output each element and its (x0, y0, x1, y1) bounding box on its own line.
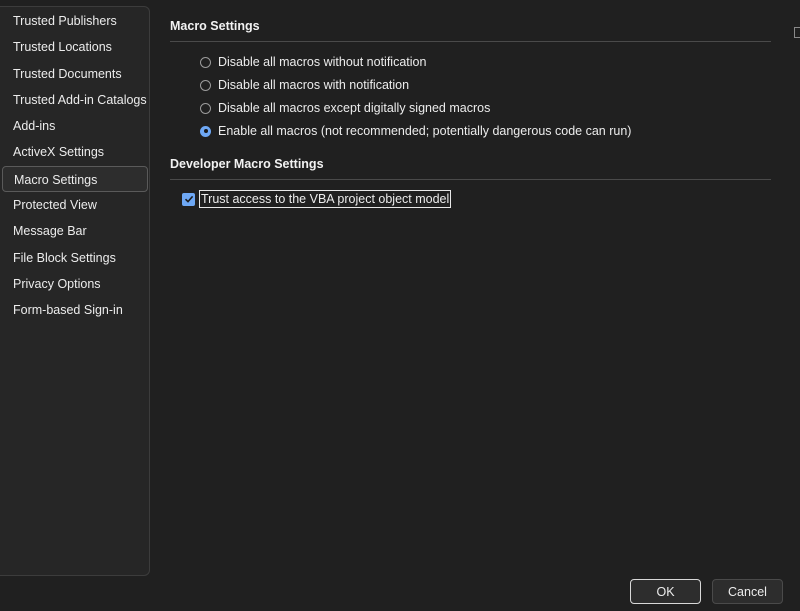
section-divider (170, 179, 771, 180)
radio-button-icon[interactable] (200, 79, 211, 91)
sidebar-item-protected-view[interactable]: Protected View (0, 192, 149, 218)
category-sidebar: Trusted Publishers Trusted Locations Tru… (0, 6, 150, 576)
sidebar-item-trusted-publishers[interactable]: Trusted Publishers (0, 8, 149, 34)
radio-button-selected-icon[interactable] (200, 125, 211, 137)
radio-disable-except-signed[interactable]: Disable all macros except digitally sign… (200, 101, 490, 115)
sidebar-item-trusted-locations[interactable]: Trusted Locations (0, 34, 149, 60)
sidebar-item-addins[interactable]: Add-ins (0, 113, 149, 139)
developer-macro-settings-heading: Developer Macro Settings (170, 157, 324, 171)
sidebar-item-trusted-documents[interactable]: Trusted Documents (0, 61, 149, 87)
macro-settings-heading: Macro Settings (170, 19, 260, 33)
radio-label: Enable all macros (not recommended; pote… (218, 124, 632, 138)
checkbox-checked-icon[interactable] (182, 192, 195, 206)
sidebar-item-activex-settings[interactable]: ActiveX Settings (0, 139, 149, 165)
sidebar-item-message-bar[interactable]: Message Bar (0, 218, 149, 244)
vba-trust-label: Trust access to the VBA project object m… (199, 190, 452, 208)
partial-edge-icon (794, 27, 800, 38)
sidebar-item-privacy-options[interactable]: Privacy Options (0, 271, 149, 297)
radio-label: Disable all macros except digitally sign… (218, 101, 491, 115)
radio-button-icon[interactable] (200, 102, 211, 114)
sidebar-item-trusted-addin-catalogs[interactable]: Trusted Add-in Catalogs (0, 87, 149, 113)
radio-enable-all-macros[interactable]: Enable all macros (not recommended; pote… (200, 124, 631, 138)
settings-panel: Macro Settings Disable all macros withou… (170, 0, 800, 611)
sidebar-item-macro-settings[interactable]: Macro Settings (2, 165, 148, 193)
vba-trust-checkbox-row[interactable]: Trust access to the VBA project object m… (182, 190, 452, 208)
radio-disable-with-notification[interactable]: Disable all macros with notification (200, 78, 409, 92)
section-divider (170, 41, 771, 42)
radio-label: Disable all macros with notification (218, 78, 410, 92)
radio-button-icon[interactable] (200, 56, 211, 68)
radio-disable-without-notification[interactable]: Disable all macros without notification (200, 55, 426, 69)
ok-button[interactable]: OK (630, 579, 701, 604)
sidebar-item-file-block-settings[interactable]: File Block Settings (0, 245, 149, 271)
cancel-button[interactable]: Cancel (712, 579, 783, 604)
radio-label: Disable all macros without notification (218, 55, 427, 69)
sidebar-item-form-based-sign-in[interactable]: Form-based Sign-in (0, 297, 149, 323)
